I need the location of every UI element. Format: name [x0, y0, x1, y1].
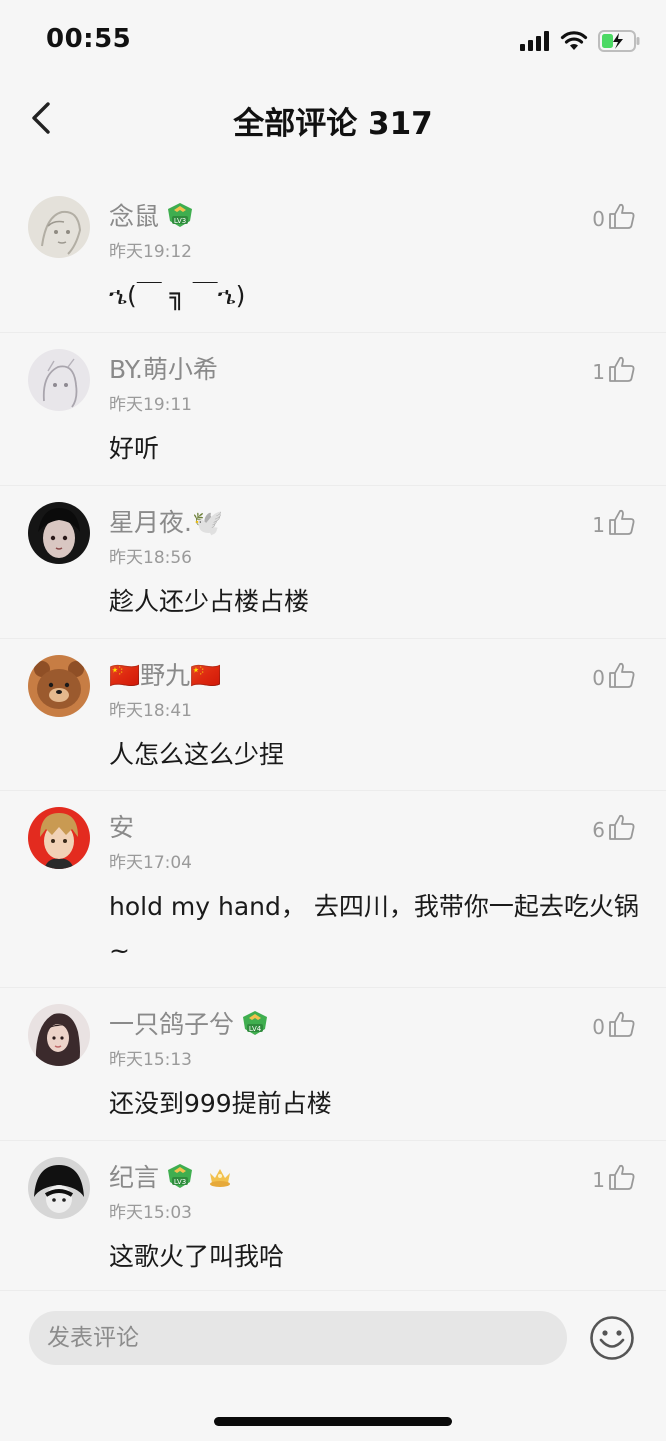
user-avatar-sketch-image [28, 196, 90, 258]
like-button[interactable]: 6 [592, 809, 636, 841]
name-row: 一只鸽子兮 LV4 [109, 1006, 270, 1040]
name-row: 念鼠 LV3 [109, 198, 195, 232]
timestamp: 昨天18:41 [109, 701, 192, 721]
timestamp: 昨天17:04 [109, 853, 192, 873]
comment-composer [0, 1290, 666, 1441]
user-avatar-anime-image [28, 807, 90, 869]
timestamp: 昨天19:11 [109, 395, 192, 415]
comment-item: 安 昨天17:04 hold my hand， 去四川，我带你一起去吃火锅~ 6 [0, 791, 666, 988]
status-icons [520, 28, 640, 54]
wifi-icon [560, 31, 588, 50]
status-bar: 00:55 [0, 0, 666, 80]
status-time: 00:55 [46, 24, 132, 54]
timestamp: 昨天15:13 [109, 1050, 192, 1070]
smiley-face-icon [590, 1316, 634, 1360]
avatar[interactable] [28, 502, 90, 564]
timestamp: 昨天18:56 [109, 548, 192, 568]
comment-list: 念鼠 LV3 昨天19:12 ኄ(￣ ╗ ￣ኄ) 0 BY.萌小希 昨天19:1… [0, 180, 666, 1283]
like-count: 1 [592, 513, 605, 537]
comment-input[interactable] [29, 1311, 567, 1365]
like-button[interactable]: 0 [592, 657, 636, 689]
user-avatar-bear-image [28, 655, 90, 717]
nav-bar: 全部评论 317 [0, 80, 666, 156]
name-row: 安 [109, 809, 134, 843]
name-row: 🇨🇳野九🇨🇳 [109, 657, 221, 691]
like-button[interactable]: 1 [592, 504, 636, 536]
comment-text: 人怎么这么少捏 [109, 740, 285, 769]
timestamp: 昨天15:03 [109, 1203, 192, 1223]
crown-badge-icon [210, 1169, 231, 1187]
username[interactable]: 一只鸽子兮 [109, 1005, 234, 1041]
comment-item: 纪言 LV3 昨天15:03 这歌火了叫我哈 1 [0, 1141, 666, 1283]
comment-text: hold my hand， 去四川，我带你一起去吃火锅~ [109, 892, 639, 965]
thumbs-up-icon [609, 1164, 635, 1190]
comment-text: ኄ(￣ ╗ ￣ኄ) [109, 281, 246, 310]
user-avatar-bw-image [28, 1157, 90, 1219]
thumbs-up-icon [609, 356, 635, 382]
svg-text:LV3: LV3 [174, 1178, 186, 1186]
like-count: 0 [592, 1015, 605, 1039]
thumbs-up-icon [609, 1011, 635, 1037]
like-count: 1 [592, 360, 605, 384]
cellular-signal-icon [520, 31, 549, 51]
avatar[interactable] [28, 196, 90, 258]
username[interactable]: 念鼠 [109, 197, 159, 233]
avatar[interactable] [28, 349, 90, 411]
like-count: 0 [592, 666, 605, 690]
comment-text: 趁人还少占楼占楼 [109, 587, 310, 616]
like-count: 0 [592, 207, 605, 231]
page-title: 全部评论 317 [233, 106, 433, 142]
name-row: 星月夜.🕊️ [109, 504, 223, 538]
name-row: BY.萌小希 [109, 351, 218, 385]
username[interactable]: 纪言 [109, 1158, 159, 1194]
name-row: 纪言 LV3 [109, 1159, 235, 1193]
timestamp: 昨天19:12 [109, 242, 192, 262]
like-count: 1 [592, 1168, 605, 1192]
svg-text:LV3: LV3 [174, 217, 186, 225]
thumbs-up-icon [609, 662, 635, 688]
username[interactable]: 安 [109, 808, 134, 844]
level-badge-icon: LV3 [168, 203, 193, 227]
avatar[interactable] [28, 1004, 90, 1066]
comment-item: BY.萌小希 昨天19:11 好听 1 [0, 333, 666, 486]
level-badge-icon: LV3 [168, 1164, 193, 1188]
avatar[interactable] [28, 1157, 90, 1219]
like-count: 6 [592, 818, 605, 842]
username[interactable]: 星月夜.🕊️ [109, 503, 223, 539]
avatar[interactable] [28, 807, 90, 869]
emoji-button[interactable] [589, 1315, 635, 1361]
avatar[interactable] [28, 655, 90, 717]
like-button[interactable]: 0 [592, 1006, 636, 1038]
user-avatar-photo-image [28, 1004, 90, 1066]
thumbs-up-icon [609, 814, 635, 840]
username[interactable]: BY.萌小希 [109, 350, 218, 386]
comment-item: 🇨🇳野九🇨🇳 昨天18:41 人怎么这么少捏 0 [0, 639, 666, 791]
svg-text:LV4: LV4 [249, 1025, 262, 1033]
like-button[interactable]: 1 [592, 1159, 636, 1191]
user-avatar-dark-image [28, 502, 90, 564]
home-indicator [214, 1417, 452, 1426]
like-button[interactable]: 1 [592, 351, 636, 383]
comment-item: 念鼠 LV3 昨天19:12 ኄ(￣ ╗ ￣ኄ) 0 [0, 180, 666, 333]
comment-text: 好听 [109, 434, 160, 463]
thumbs-up-icon [609, 203, 635, 229]
comment-item: 星月夜.🕊️ 昨天18:56 趁人还少占楼占楼 1 [0, 486, 666, 639]
comment-item: 一只鸽子兮 LV4 昨天15:13 还没到999提前占楼 0 [0, 988, 666, 1141]
battery-charging-icon [598, 30, 640, 52]
user-avatar-drawing-image [28, 349, 90, 411]
like-button[interactable]: 0 [592, 198, 636, 230]
level-badge-icon: LV4 [243, 1011, 268, 1035]
thumbs-up-icon [609, 509, 635, 535]
username[interactable]: 🇨🇳野九🇨🇳 [109, 656, 221, 692]
comment-text: 还没到999提前占楼 [109, 1089, 332, 1118]
comment-text: 这歌火了叫我哈 [109, 1242, 285, 1271]
